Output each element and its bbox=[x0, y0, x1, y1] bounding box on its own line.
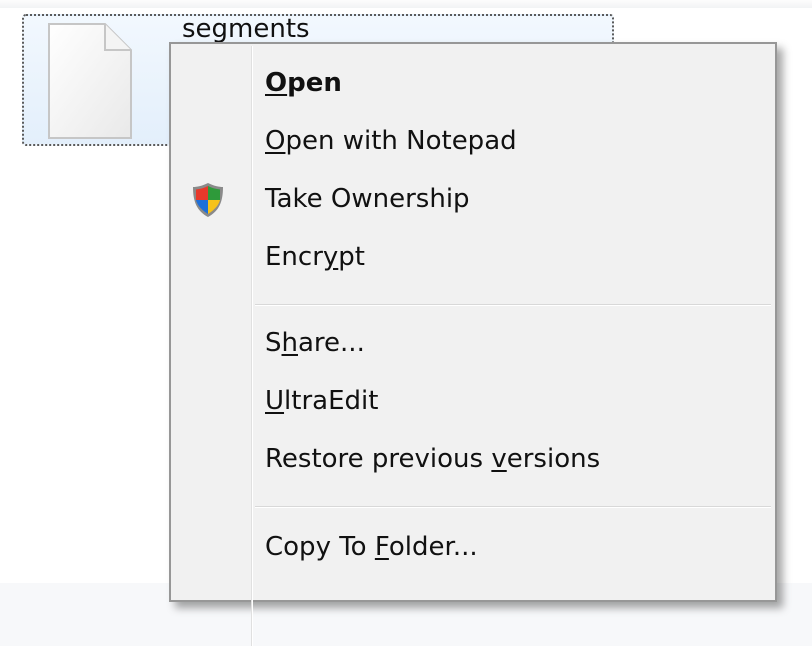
menu-separator bbox=[255, 304, 771, 306]
menu-item-copy-to-folder[interactable]: Copy To Folder... bbox=[171, 516, 775, 578]
file-name-label: segments bbox=[182, 14, 310, 44]
menu-item-label: Open with Notepad bbox=[265, 126, 517, 156]
menu-item-open[interactable]: Open bbox=[171, 52, 775, 114]
menu-item-share[interactable]: Share... bbox=[171, 312, 775, 374]
menu-item-label: Restore previous versions bbox=[265, 444, 601, 474]
menu-item-ultraedit[interactable]: UltraEdit bbox=[171, 370, 775, 432]
menu-item-take-ownership[interactable]: Take Ownership bbox=[171, 168, 775, 230]
menu-item-label: Encrypt bbox=[265, 242, 365, 272]
text-file-icon[interactable] bbox=[47, 22, 133, 140]
menu-item-label: UltraEdit bbox=[265, 386, 379, 416]
context-menu: Open Open with Notepad Take Ownership En… bbox=[169, 42, 777, 646]
explorer-file-pane: segments Open Open with Notepad Take Own… bbox=[0, 0, 812, 646]
menu-item-label: Open bbox=[265, 68, 342, 98]
uac-shield-icon bbox=[193, 183, 223, 217]
menu-item-open-with-notepad[interactable]: Open with Notepad bbox=[171, 110, 775, 172]
menu-separator bbox=[255, 506, 771, 508]
menu-item-restore-previous-versions[interactable]: Restore previous versions bbox=[171, 428, 775, 490]
pane-top-strip bbox=[0, 0, 812, 8]
menu-item-label: Copy To Folder... bbox=[265, 532, 478, 562]
menu-item-encrypt[interactable]: Encrypt bbox=[171, 226, 775, 288]
menu-item-label: Share... bbox=[265, 328, 365, 358]
menu-item-label: Take Ownership bbox=[265, 184, 470, 214]
